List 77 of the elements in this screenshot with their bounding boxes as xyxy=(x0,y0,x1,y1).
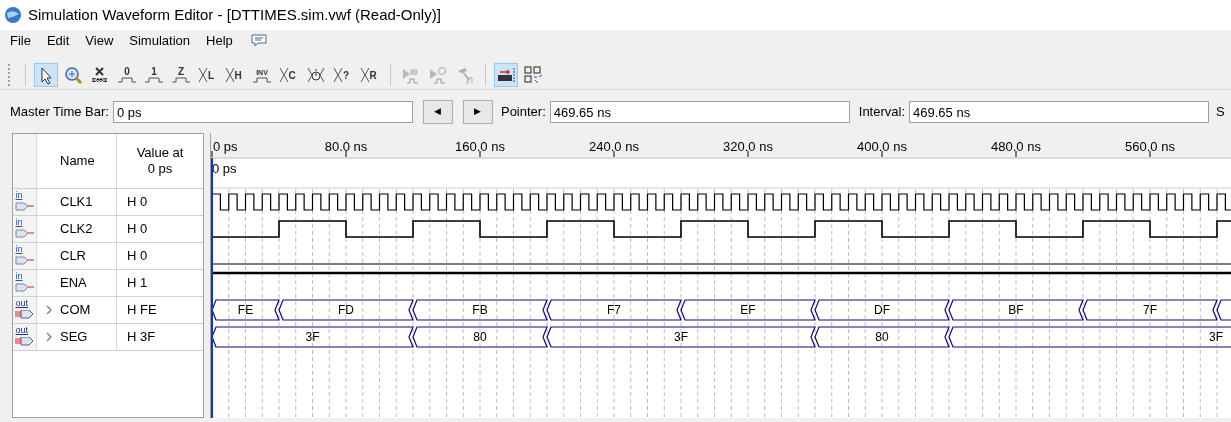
tool-glyph: Z xyxy=(177,65,185,77)
column-header[interactable]: Name xyxy=(60,151,95,171)
tool-button[interactable]: Z xyxy=(169,62,193,87)
input-field[interactable]: 469.65 ns xyxy=(549,101,850,123)
bus-value: DF xyxy=(874,303,890,317)
bus-value: 3F xyxy=(1209,330,1223,344)
signal-name[interactable]: CLK2 xyxy=(60,219,93,239)
menu-item[interactable]: Edit xyxy=(38,31,78,51)
next-button[interactable]: ▶ xyxy=(462,100,493,124)
field-label: Master Time Bar: xyxy=(10,103,109,122)
app-icon xyxy=(4,6,22,24)
tool-glyph: 0 xyxy=(124,65,130,77)
bus-value: F7 xyxy=(607,303,621,317)
time-label: 0 ps xyxy=(211,139,238,158)
signal-value: H 1 xyxy=(127,274,148,293)
field-label: Interval: xyxy=(858,103,906,122)
bus-value: 80 xyxy=(875,330,889,344)
tool-button[interactable] xyxy=(34,62,58,87)
tool-button[interactable]: H xyxy=(223,62,247,87)
tool-button[interactable] xyxy=(494,62,518,87)
tool-glyph: H xyxy=(234,69,242,81)
bus-value: FB xyxy=(472,303,488,317)
tool-button[interactable]: 1 xyxy=(142,62,166,87)
toolbar-grip[interactable] xyxy=(8,63,11,86)
tool-button[interactable]: L xyxy=(196,62,220,87)
tool-glyph: C xyxy=(288,69,296,81)
bus-value: EF xyxy=(740,303,756,317)
menu-item[interactable]: Help xyxy=(198,31,241,51)
chat-icon[interactable] xyxy=(250,34,267,48)
run-timing-icon xyxy=(428,64,448,85)
input-field[interactable]: 469.65 ns xyxy=(909,101,1210,123)
previous-button[interactable]: ◀ xyxy=(422,100,453,124)
bus-value: 3F xyxy=(674,330,688,344)
field-label: Pointer: xyxy=(500,103,546,122)
time-label: 80.0 ns xyxy=(324,139,368,158)
time-label: 400.0 ns xyxy=(857,139,907,158)
column-header[interactable]: Value at 0 ps xyxy=(132,145,188,177)
bus-value: 3F xyxy=(305,330,320,344)
cursor-label: 0 ps xyxy=(212,161,237,176)
signal-name[interactable]: CLR xyxy=(60,246,86,266)
input-field[interactable]: 0 ps xyxy=(112,101,413,123)
bus-value: FD xyxy=(338,303,354,317)
signal-value: H 0 xyxy=(127,220,148,239)
time-label: 480.0 ns xyxy=(991,139,1041,158)
time-ruler[interactable] xyxy=(211,133,1231,158)
bus-value: BF xyxy=(1008,303,1024,317)
field-label: S xyxy=(1216,103,1225,122)
bus-value: 80 xyxy=(473,330,487,344)
grid-icon xyxy=(523,64,543,85)
signal-name[interactable]: CLK1 xyxy=(60,192,93,212)
tool-button[interactable]: ? xyxy=(331,62,355,87)
tool-button[interactable]: R xyxy=(358,62,382,87)
tool-glyph: L xyxy=(207,69,215,81)
signal-value: H 0 xyxy=(127,247,148,266)
signal-value: H FE xyxy=(127,301,157,320)
time-label: 560.0 ns xyxy=(1125,139,1175,158)
window-title: Simulation Waveform Editor - [DTTIMES.sim.vwf (Read-Only)] xyxy=(28,4,441,25)
tool-glyph: R xyxy=(369,69,377,81)
time-label: 160.0 ns xyxy=(455,139,505,158)
bus-value: FE xyxy=(237,303,254,317)
time-label: 240.0 ns xyxy=(589,139,639,158)
menu-item[interactable]: View xyxy=(77,31,122,51)
signal-value: H 3F xyxy=(127,328,156,347)
bus-value: 7F xyxy=(1143,303,1157,317)
signal-name[interactable]: COM xyxy=(60,300,91,320)
menu-item[interactable]: Simulation xyxy=(121,31,198,51)
signal-name[interactable]: ENA xyxy=(60,273,87,293)
tool-button[interactable]: 0 xyxy=(115,62,139,87)
signal-value: H 0 xyxy=(127,193,148,212)
zoom-icon xyxy=(63,64,83,85)
time-label: 320.0 ns xyxy=(723,139,773,158)
waveform-x-icon xyxy=(90,64,110,85)
tool-glyph: ? xyxy=(342,69,350,81)
tool-glyph: 1 xyxy=(151,65,157,77)
menu-item[interactable]: File xyxy=(2,31,39,51)
tool-button[interactable]: C xyxy=(277,62,301,87)
signal-name[interactable]: SEG xyxy=(60,327,88,347)
